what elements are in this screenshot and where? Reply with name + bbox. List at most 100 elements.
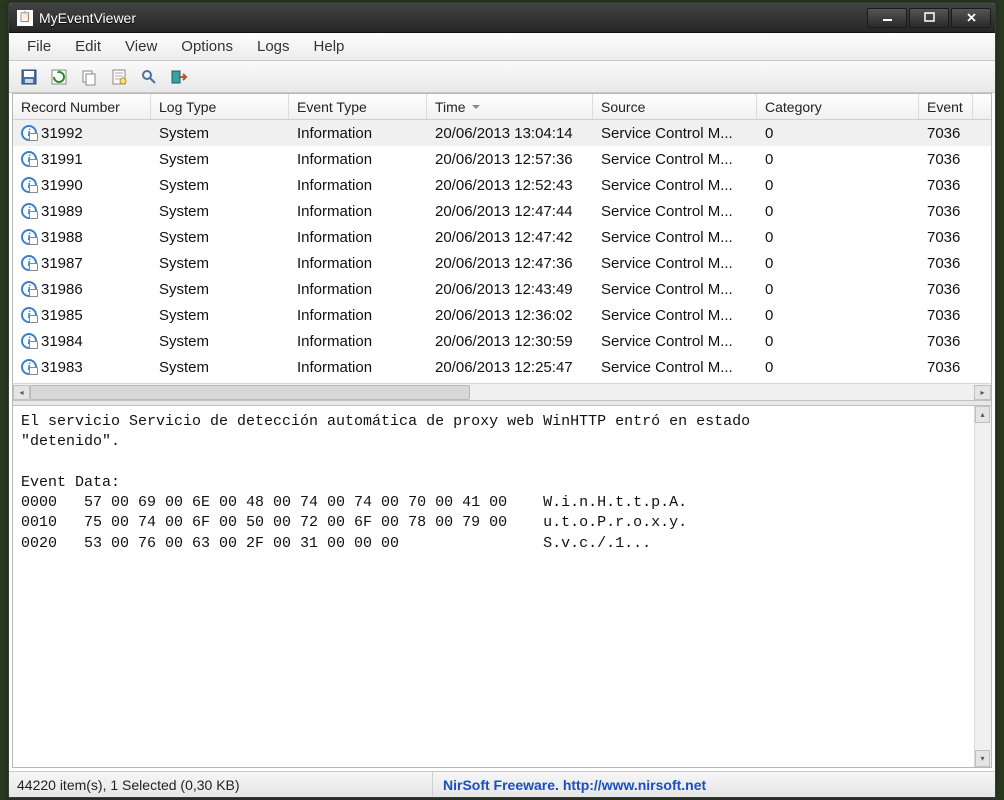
cell-event-id: 7036 <box>919 125 973 142</box>
cell-event-type: Information <box>289 255 427 272</box>
cell-source: Service Control M... <box>593 177 757 194</box>
scroll-left-button[interactable]: ◂ <box>13 385 30 400</box>
menu-help[interactable]: Help <box>302 34 357 59</box>
refresh-icon[interactable] <box>47 65 71 89</box>
statusbar: 44220 item(s), 1 Selected (0,30 KB) NirS… <box>9 771 995 797</box>
cell-event-type: Information <box>289 203 427 220</box>
cell-category: 0 <box>757 307 919 324</box>
list-body[interactable]: i31992SystemInformation20/06/2013 13:04:… <box>13 120 991 383</box>
col-time-label: Time <box>435 99 466 115</box>
cell-time: 20/06/2013 12:25:47 <box>427 359 593 376</box>
cell-event-type: Information <box>289 151 427 168</box>
cell-record: 31988 <box>41 229 83 246</box>
table-row[interactable]: i31986SystemInformation20/06/2013 12:43:… <box>13 276 991 302</box>
cell-source: Service Control M... <box>593 359 757 376</box>
vertical-scrollbar[interactable]: ▴ ▾ <box>974 406 991 767</box>
cell-log: System <box>151 177 289 194</box>
status-credit-link[interactable]: http://www.nirsoft.net <box>563 777 706 793</box>
table-row[interactable]: i31992SystemInformation20/06/2013 13:04:… <box>13 120 991 146</box>
cell-source: Service Control M... <box>593 229 757 246</box>
info-icon: i <box>21 359 37 375</box>
save-icon[interactable] <box>17 65 41 89</box>
event-list[interactable]: Record Number Log Type Event Type Time S… <box>13 94 991 400</box>
cell-category: 0 <box>757 203 919 220</box>
col-record-number[interactable]: Record Number <box>13 94 151 119</box>
menu-options[interactable]: Options <box>169 34 245 59</box>
cell-record: 31983 <box>41 359 83 376</box>
copy-icon[interactable] <box>77 65 101 89</box>
info-icon: i <box>21 307 37 323</box>
cell-log: System <box>151 125 289 142</box>
close-button[interactable] <box>951 8 991 28</box>
menu-file[interactable]: File <box>15 34 63 59</box>
cell-event-id: 7036 <box>919 281 973 298</box>
vscroll-track[interactable] <box>975 423 991 750</box>
cell-log: System <box>151 255 289 272</box>
table-row[interactable]: i31983SystemInformation20/06/2013 12:25:… <box>13 354 991 380</box>
minimize-button[interactable] <box>867 8 907 28</box>
app-icon: 📋 <box>17 10 33 26</box>
cell-record: 31990 <box>41 177 83 194</box>
cell-source: Service Control M... <box>593 203 757 220</box>
cell-log: System <box>151 333 289 350</box>
cell-event-type: Information <box>289 359 427 376</box>
menu-edit[interactable]: Edit <box>63 34 113 59</box>
cell-record: 31987 <box>41 255 83 272</box>
menu-view[interactable]: View <box>113 34 169 59</box>
list-header: Record Number Log Type Event Type Time S… <box>13 94 991 120</box>
col-category[interactable]: Category <box>757 94 919 119</box>
scroll-track[interactable] <box>30 385 974 400</box>
scroll-right-button[interactable]: ▸ <box>974 385 991 400</box>
table-row[interactable]: i31987 SystemInformation20/06/2013 12:47:… <box>13 250 991 276</box>
col-time[interactable]: Time <box>427 94 593 119</box>
properties-icon[interactable] <box>107 65 131 89</box>
cell-source: Service Control M... <box>593 281 757 298</box>
menu-logs[interactable]: Logs <box>245 34 302 59</box>
cell-log: System <box>151 307 289 324</box>
cell-time: 20/06/2013 13:04:14 <box>427 125 593 142</box>
cell-time: 20/06/2013 12:52:43 <box>427 177 593 194</box>
cell-event-id: 7036 <box>919 229 973 246</box>
app-window: 📋 MyEventViewer File Edit View Options L… <box>8 2 996 798</box>
info-icon: i <box>21 229 37 245</box>
info-icon: i <box>21 281 37 297</box>
cell-time: 20/06/2013 12:47:36 <box>427 255 593 272</box>
cell-log: System <box>151 281 289 298</box>
cell-log: System <box>151 229 289 246</box>
content-area: Record Number Log Type Event Type Time S… <box>12 93 992 768</box>
cell-time: 20/06/2013 12:57:36 <box>427 151 593 168</box>
table-row[interactable]: i31990SystemInformation20/06/2013 12:52:… <box>13 172 991 198</box>
col-log-type[interactable]: Log Type <box>151 94 289 119</box>
cell-record: 31991 <box>41 151 83 168</box>
table-row[interactable]: i31984SystemInformation20/06/2013 12:30:… <box>13 328 991 354</box>
cell-category: 0 <box>757 359 919 376</box>
cell-event-type: Information <box>289 307 427 324</box>
table-row[interactable]: i31985SystemInformation20/06/2013 12:36:… <box>13 302 991 328</box>
cell-category: 0 <box>757 229 919 246</box>
col-event-id[interactable]: Event <box>919 94 973 119</box>
scroll-down-button[interactable]: ▾ <box>975 750 990 767</box>
table-row[interactable]: i31991SystemInformation20/06/2013 12:57:… <box>13 146 991 172</box>
cell-log: System <box>151 151 289 168</box>
horizontal-scrollbar[interactable]: ◂ ▸ <box>13 383 991 400</box>
cell-record: 31989 <box>41 203 83 220</box>
event-details-text[interactable]: El servicio Servicio de detección automá… <box>13 406 974 767</box>
cell-time: 20/06/2013 12:43:49 <box>427 281 593 298</box>
titlebar[interactable]: 📋 MyEventViewer <box>9 3 995 33</box>
info-icon: i <box>21 255 37 271</box>
menubar: File Edit View Options Logs Help <box>9 33 995 61</box>
exit-icon[interactable] <box>167 65 191 89</box>
info-icon: i <box>21 333 37 349</box>
scroll-up-button[interactable]: ▴ <box>975 406 990 423</box>
maximize-button[interactable] <box>909 8 949 28</box>
table-row[interactable]: i31989SystemInformation20/06/2013 12:47:… <box>13 198 991 224</box>
find-icon[interactable] <box>137 65 161 89</box>
col-source[interactable]: Source <box>593 94 757 119</box>
table-row[interactable]: i31988SystemInformation20/06/2013 12:47:… <box>13 224 991 250</box>
cell-log: System <box>151 203 289 220</box>
scroll-thumb[interactable] <box>30 385 470 400</box>
col-event-type[interactable]: Event Type <box>289 94 427 119</box>
cell-source: Service Control M... <box>593 151 757 168</box>
cell-event-id: 7036 <box>919 255 973 272</box>
cell-event-id: 7036 <box>919 307 973 324</box>
